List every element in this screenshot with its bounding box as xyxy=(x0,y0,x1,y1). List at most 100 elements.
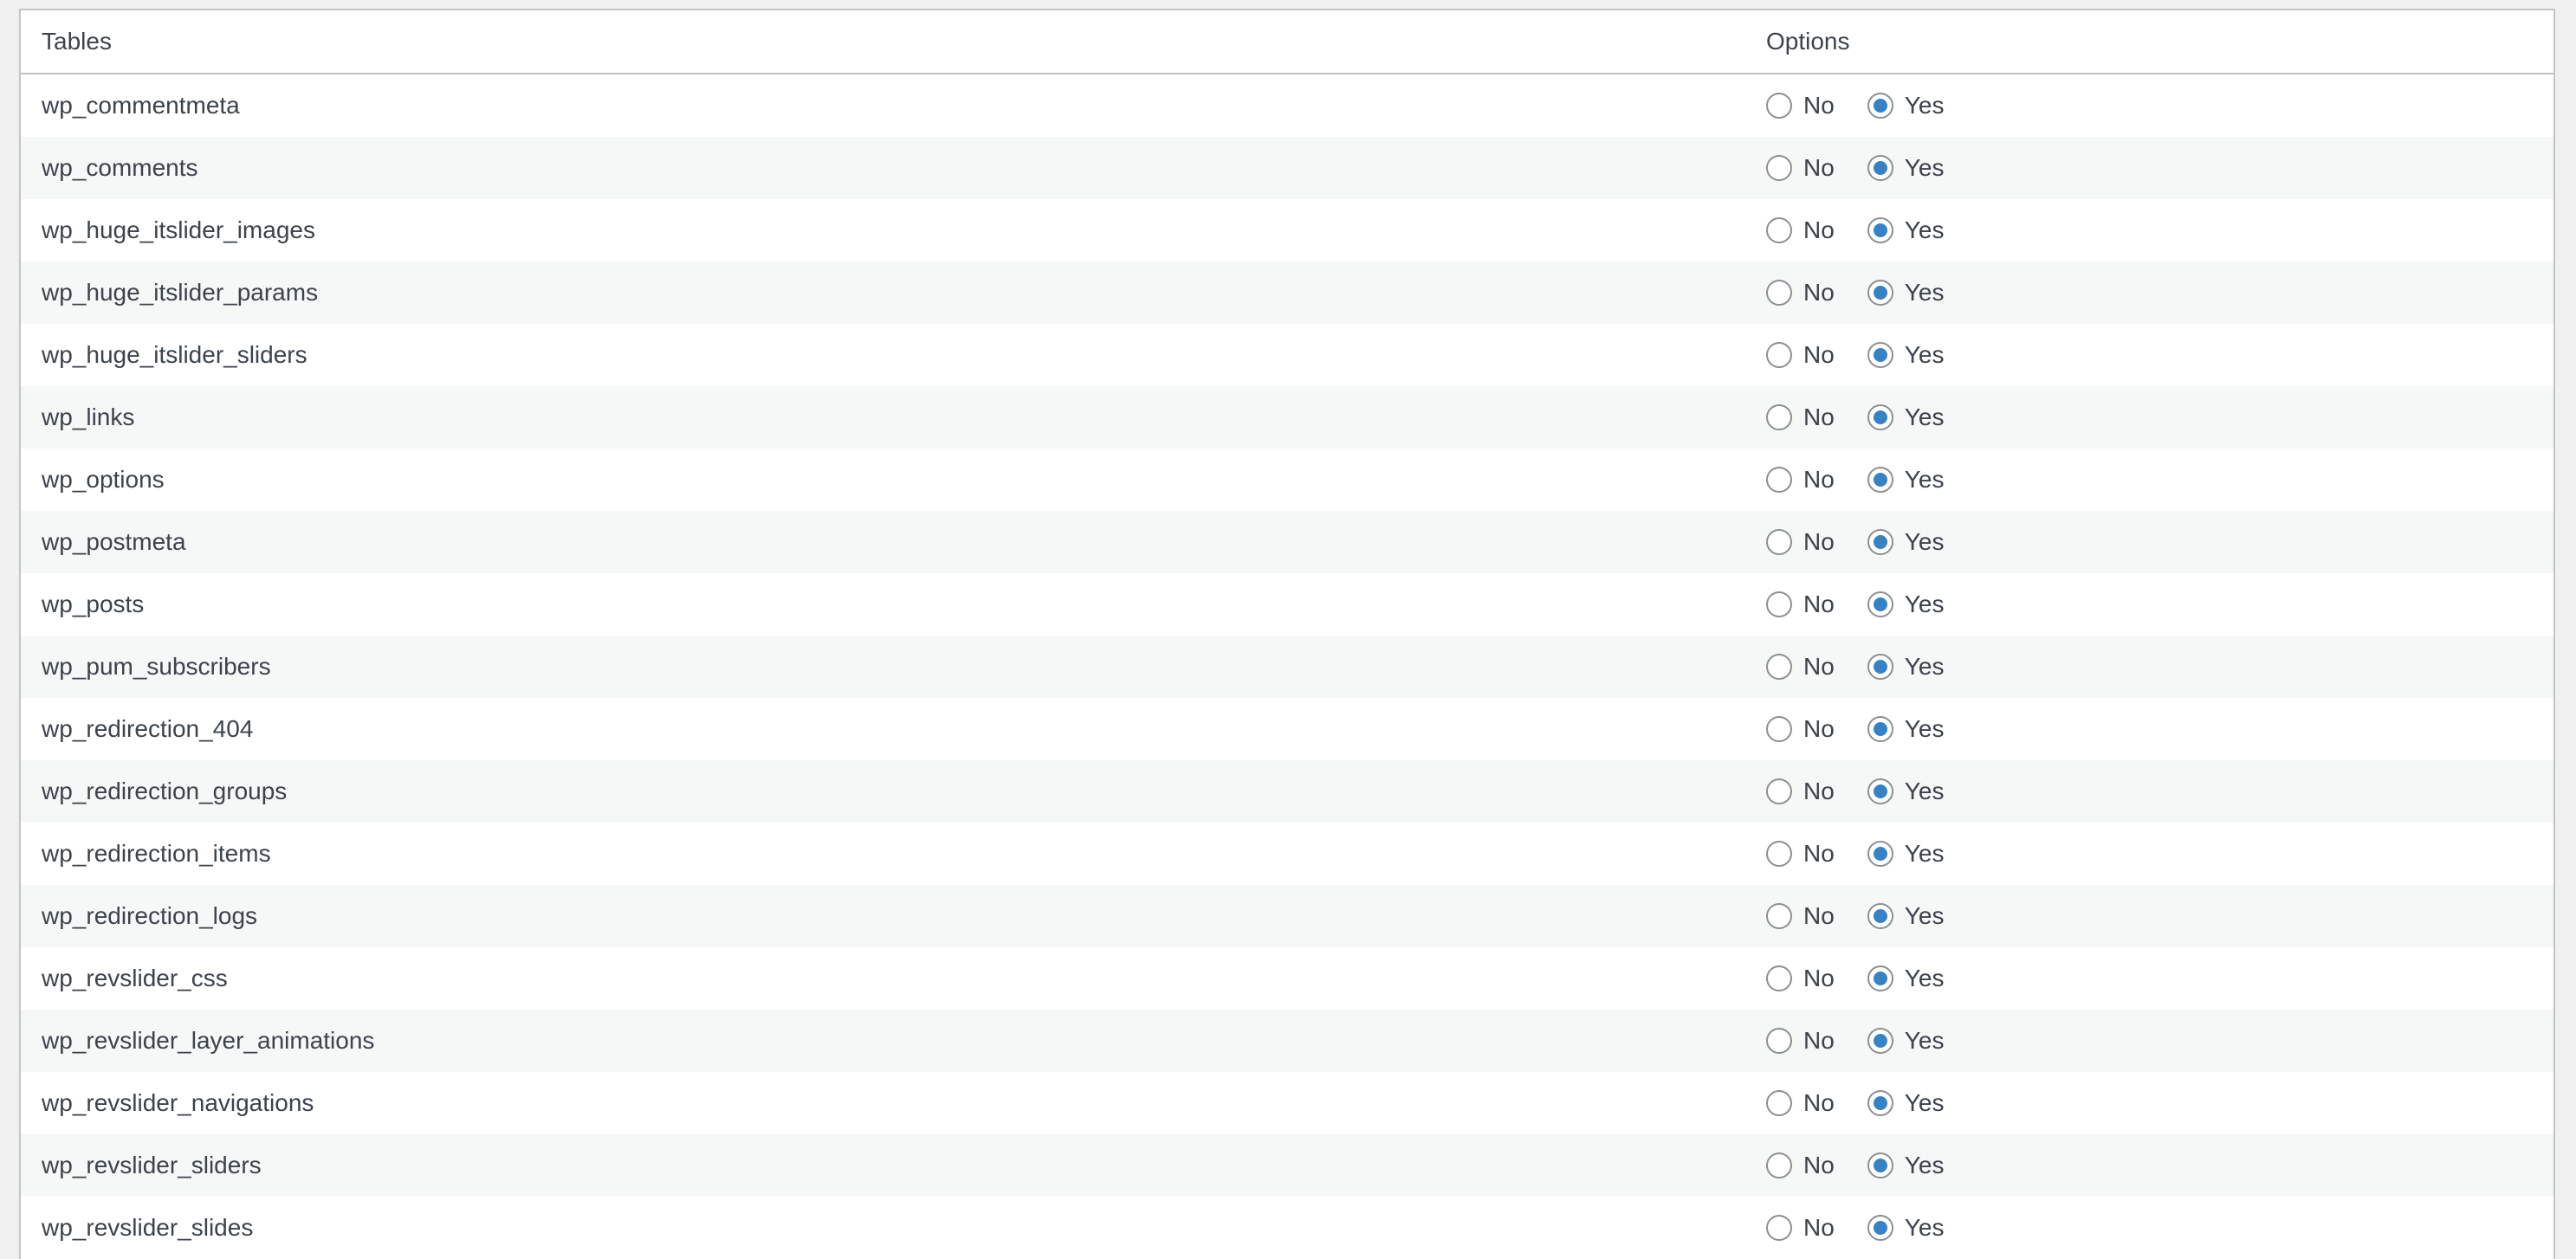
yes-radio-label[interactable]: Yes xyxy=(1905,778,1945,805)
yes-radio-label[interactable]: Yes xyxy=(1905,715,1945,743)
no-radio[interactable] xyxy=(1766,716,1792,742)
yes-radio[interactable] xyxy=(1867,404,1893,430)
yes-radio-label[interactable]: Yes xyxy=(1905,216,1945,244)
no-radio-option[interactable]: No xyxy=(1766,1152,1835,1179)
no-radio-label[interactable]: No xyxy=(1803,341,1835,369)
yes-radio-label[interactable]: Yes xyxy=(1905,92,1945,119)
no-radio-label[interactable]: No xyxy=(1803,1027,1835,1055)
no-radio-option[interactable]: No xyxy=(1766,154,1835,182)
yes-radio-option[interactable]: Yes xyxy=(1867,1152,1945,1179)
no-radio-label[interactable]: No xyxy=(1803,965,1835,992)
yes-radio-option[interactable]: Yes xyxy=(1867,341,1945,369)
yes-radio[interactable] xyxy=(1867,155,1893,181)
yes-radio[interactable] xyxy=(1867,591,1893,617)
no-radio-option[interactable]: No xyxy=(1766,715,1835,743)
yes-radio-label[interactable]: Yes xyxy=(1905,653,1945,681)
no-radio[interactable] xyxy=(1766,529,1792,555)
yes-radio-label[interactable]: Yes xyxy=(1905,902,1945,930)
no-radio-label[interactable]: No xyxy=(1803,591,1835,618)
yes-radio-label[interactable]: Yes xyxy=(1905,466,1945,494)
no-radio[interactable] xyxy=(1766,778,1792,804)
no-radio-label[interactable]: No xyxy=(1803,404,1835,431)
no-radio-option[interactable]: No xyxy=(1766,404,1835,431)
yes-radio-option[interactable]: Yes xyxy=(1867,154,1945,182)
yes-radio-label[interactable]: Yes xyxy=(1905,840,1945,868)
yes-radio-label[interactable]: Yes xyxy=(1905,1152,1945,1179)
no-radio-option[interactable]: No xyxy=(1766,1089,1835,1117)
no-radio[interactable] xyxy=(1766,903,1792,929)
no-radio-label[interactable]: No xyxy=(1803,1214,1835,1242)
yes-radio[interactable] xyxy=(1867,903,1893,929)
yes-radio[interactable] xyxy=(1867,280,1893,306)
yes-radio-label[interactable]: Yes xyxy=(1905,965,1945,992)
no-radio[interactable] xyxy=(1766,404,1792,430)
no-radio-label[interactable]: No xyxy=(1803,1089,1835,1117)
yes-radio[interactable] xyxy=(1867,778,1893,804)
yes-radio[interactable] xyxy=(1867,1152,1893,1178)
no-radio-option[interactable]: No xyxy=(1766,653,1835,681)
yes-radio[interactable] xyxy=(1867,529,1893,555)
no-radio[interactable] xyxy=(1766,217,1792,243)
no-radio-option[interactable]: No xyxy=(1766,1027,1835,1055)
no-radio-label[interactable]: No xyxy=(1803,154,1835,182)
yes-radio-option[interactable]: Yes xyxy=(1867,1214,1945,1242)
yes-radio-option[interactable]: Yes xyxy=(1867,840,1945,868)
yes-radio-label[interactable]: Yes xyxy=(1905,154,1945,182)
no-radio-option[interactable]: No xyxy=(1766,840,1835,868)
yes-radio-label[interactable]: Yes xyxy=(1905,591,1945,618)
yes-radio-label[interactable]: Yes xyxy=(1905,279,1945,307)
yes-radio[interactable] xyxy=(1867,467,1893,493)
no-radio[interactable] xyxy=(1766,93,1792,119)
no-radio[interactable] xyxy=(1766,654,1792,680)
yes-radio-option[interactable]: Yes xyxy=(1867,466,1945,494)
no-radio-option[interactable]: No xyxy=(1766,466,1835,494)
no-radio-option[interactable]: No xyxy=(1766,92,1835,119)
no-radio-option[interactable]: No xyxy=(1766,279,1835,307)
yes-radio-option[interactable]: Yes xyxy=(1867,653,1945,681)
yes-radio[interactable] xyxy=(1867,342,1893,368)
no-radio-label[interactable]: No xyxy=(1803,778,1835,805)
yes-radio[interactable] xyxy=(1867,965,1893,991)
yes-radio-label[interactable]: Yes xyxy=(1905,1027,1945,1055)
no-radio[interactable] xyxy=(1766,841,1792,867)
no-radio[interactable] xyxy=(1766,1215,1792,1241)
no-radio-option[interactable]: No xyxy=(1766,965,1835,992)
yes-radio-label[interactable]: Yes xyxy=(1905,1214,1945,1242)
yes-radio-label[interactable]: Yes xyxy=(1905,1089,1945,1117)
yes-radio[interactable] xyxy=(1867,716,1893,742)
no-radio-label[interactable]: No xyxy=(1803,466,1835,494)
yes-radio-option[interactable]: Yes xyxy=(1867,591,1945,618)
no-radio-label[interactable]: No xyxy=(1803,902,1835,930)
yes-radio-option[interactable]: Yes xyxy=(1867,778,1945,805)
no-radio[interactable] xyxy=(1766,467,1792,493)
yes-radio-option[interactable]: Yes xyxy=(1867,715,1945,743)
no-radio-label[interactable]: No xyxy=(1803,92,1835,119)
no-radio-option[interactable]: No xyxy=(1766,341,1835,369)
no-radio-option[interactable]: No xyxy=(1766,528,1835,556)
yes-radio[interactable] xyxy=(1867,217,1893,243)
yes-radio[interactable] xyxy=(1867,1090,1893,1116)
yes-radio-option[interactable]: Yes xyxy=(1867,216,1945,244)
no-radio[interactable] xyxy=(1766,1152,1792,1178)
no-radio-label[interactable]: No xyxy=(1803,653,1835,681)
no-radio[interactable] xyxy=(1766,155,1792,181)
no-radio[interactable] xyxy=(1766,342,1792,368)
no-radio[interactable] xyxy=(1766,280,1792,306)
no-radio[interactable] xyxy=(1766,591,1792,617)
no-radio-option[interactable]: No xyxy=(1766,591,1835,618)
no-radio-label[interactable]: No xyxy=(1803,840,1835,868)
yes-radio[interactable] xyxy=(1867,654,1893,680)
yes-radio[interactable] xyxy=(1867,841,1893,867)
no-radio[interactable] xyxy=(1766,965,1792,991)
no-radio[interactable] xyxy=(1766,1028,1792,1054)
yes-radio-option[interactable]: Yes xyxy=(1867,404,1945,431)
no-radio-option[interactable]: No xyxy=(1766,216,1835,244)
yes-radio-option[interactable]: Yes xyxy=(1867,1089,1945,1117)
yes-radio-option[interactable]: Yes xyxy=(1867,1027,1945,1055)
yes-radio-option[interactable]: Yes xyxy=(1867,279,1945,307)
no-radio-option[interactable]: No xyxy=(1766,778,1835,805)
no-radio-option[interactable]: No xyxy=(1766,902,1835,930)
yes-radio-label[interactable]: Yes xyxy=(1905,341,1945,369)
yes-radio-label[interactable]: Yes xyxy=(1905,404,1945,431)
yes-radio-option[interactable]: Yes xyxy=(1867,965,1945,992)
